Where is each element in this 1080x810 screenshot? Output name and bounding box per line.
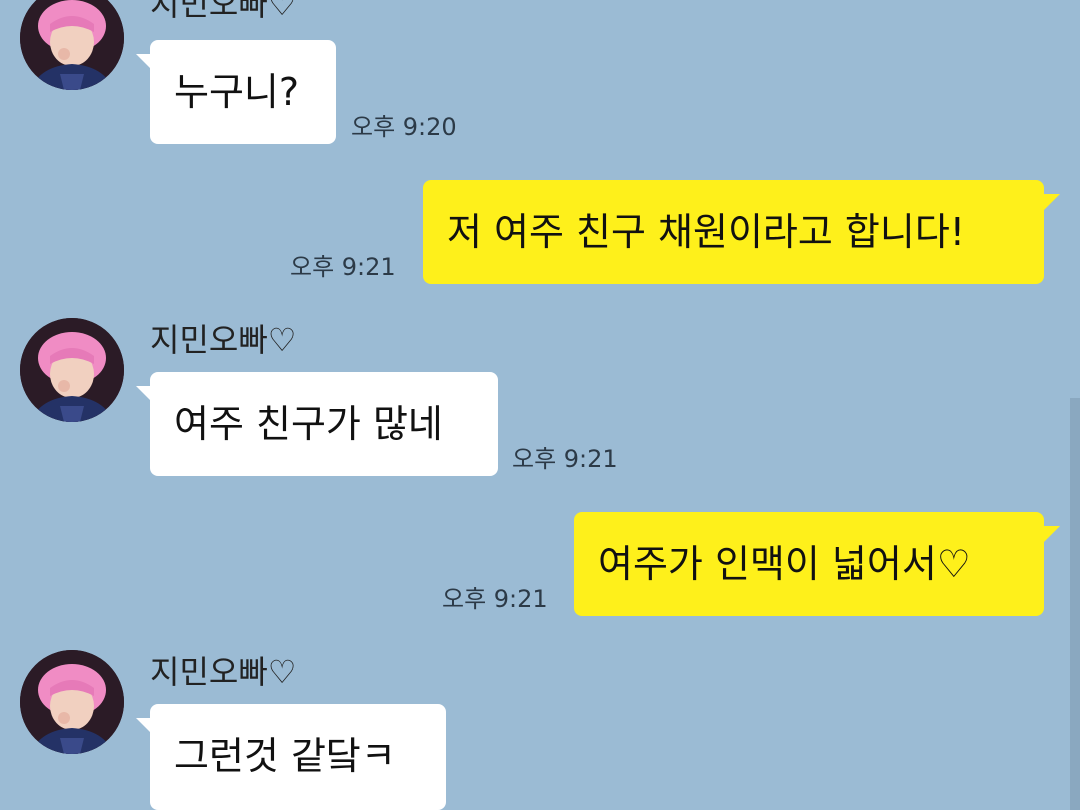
- message-time: 오후 9:21: [512, 445, 618, 473]
- message-time: 오후 9:21: [290, 253, 396, 281]
- bubble-tail: [1044, 194, 1060, 210]
- message-time: 오후 9:20: [351, 113, 457, 141]
- bubble-tail: [1044, 526, 1060, 542]
- avatar-icon: [20, 0, 124, 90]
- message-bubble-incoming[interactable]: 여주 친구가 많네: [150, 372, 498, 476]
- scrollbar[interactable]: [1070, 398, 1080, 810]
- message-bubble-outgoing[interactable]: 여주가 인맥이 넓어서♡: [574, 512, 1044, 616]
- chat-area[interactable]: 지민오빠♡ 누구니? 오후 9:20 저 여주 친구 채원이라고 합니다! 오후…: [0, 0, 1080, 810]
- contact-avatar[interactable]: [20, 650, 124, 754]
- avatar-icon: [20, 318, 124, 422]
- contact-avatar[interactable]: [20, 0, 124, 90]
- sender-name: 지민오빠♡: [150, 321, 297, 359]
- message-bubble-outgoing[interactable]: 저 여주 친구 채원이라고 합니다!: [423, 180, 1044, 284]
- contact-avatar[interactable]: [20, 318, 124, 422]
- sender-name: 지민오빠♡: [150, 0, 297, 23]
- sender-name: 지민오빠♡: [150, 653, 297, 691]
- avatar-icon: [20, 650, 124, 754]
- message-time: 오후 9:21: [442, 585, 548, 613]
- message-bubble-incoming[interactable]: 누구니?: [150, 40, 336, 144]
- message-bubble-incoming[interactable]: 그런것 같닼ㅋ: [150, 704, 446, 810]
